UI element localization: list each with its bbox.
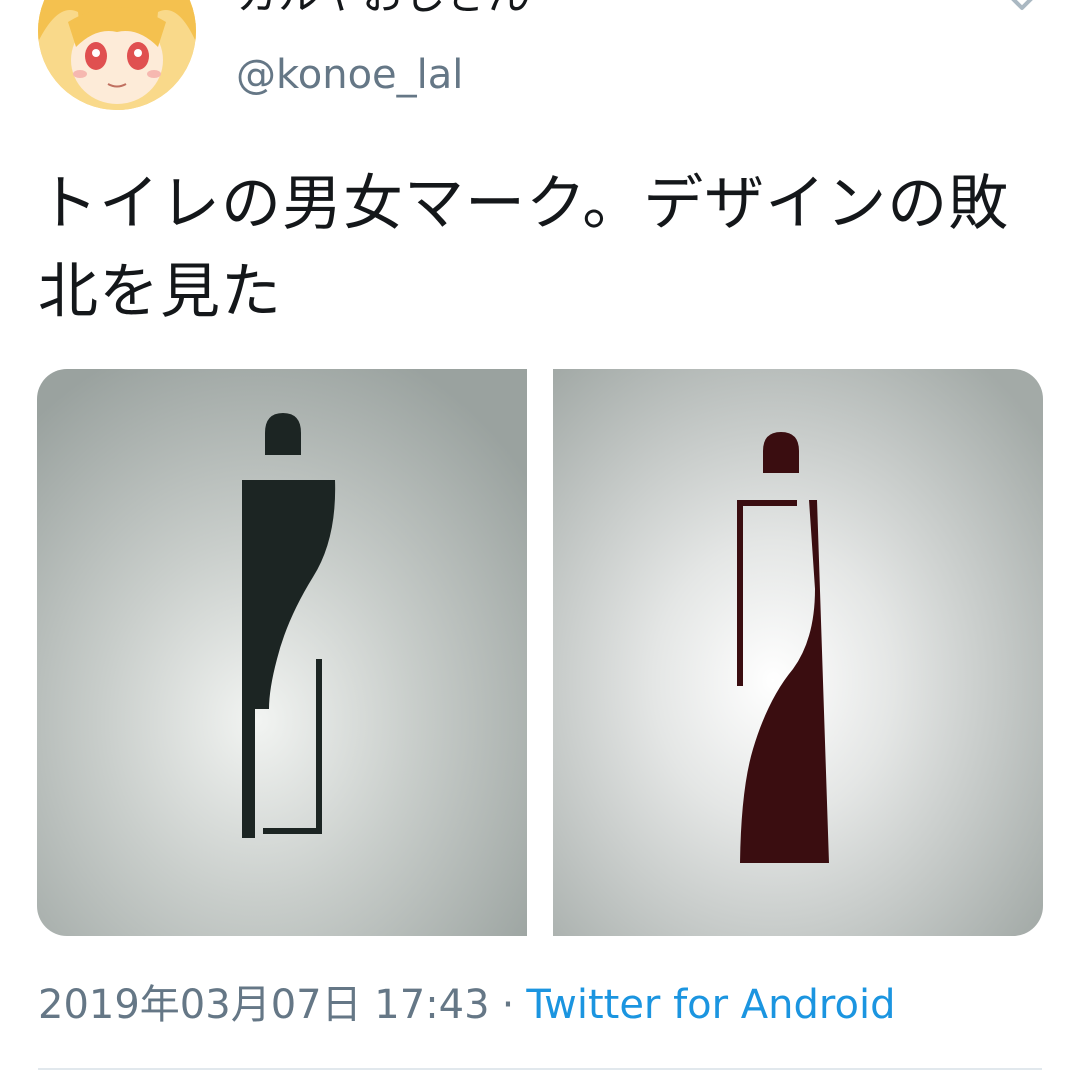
display-name[interactable]: カルヤおじさん [236,0,530,20]
meta-separator: · [501,982,515,1028]
divider [38,1068,1042,1070]
timestamp[interactable]: 2019年03月07日 17:43 [38,982,490,1028]
user-handle[interactable]: @konoe_lal [236,52,463,98]
media-grid [37,369,1043,936]
tweet-text: トイレの男女マーク。デザインの敗北を見た [38,169,1010,327]
avatar[interactable] [38,0,196,110]
client-link[interactable]: Twitter for Android [526,982,895,1028]
photo-men-restroom-sign[interactable] [37,369,527,936]
tweet-meta: 2019年03月07日 17:43 · Twitter for Android [38,980,895,1030]
photo-women-restroom-sign[interactable] [553,369,1043,936]
chevron-down-icon[interactable] [1004,0,1040,22]
